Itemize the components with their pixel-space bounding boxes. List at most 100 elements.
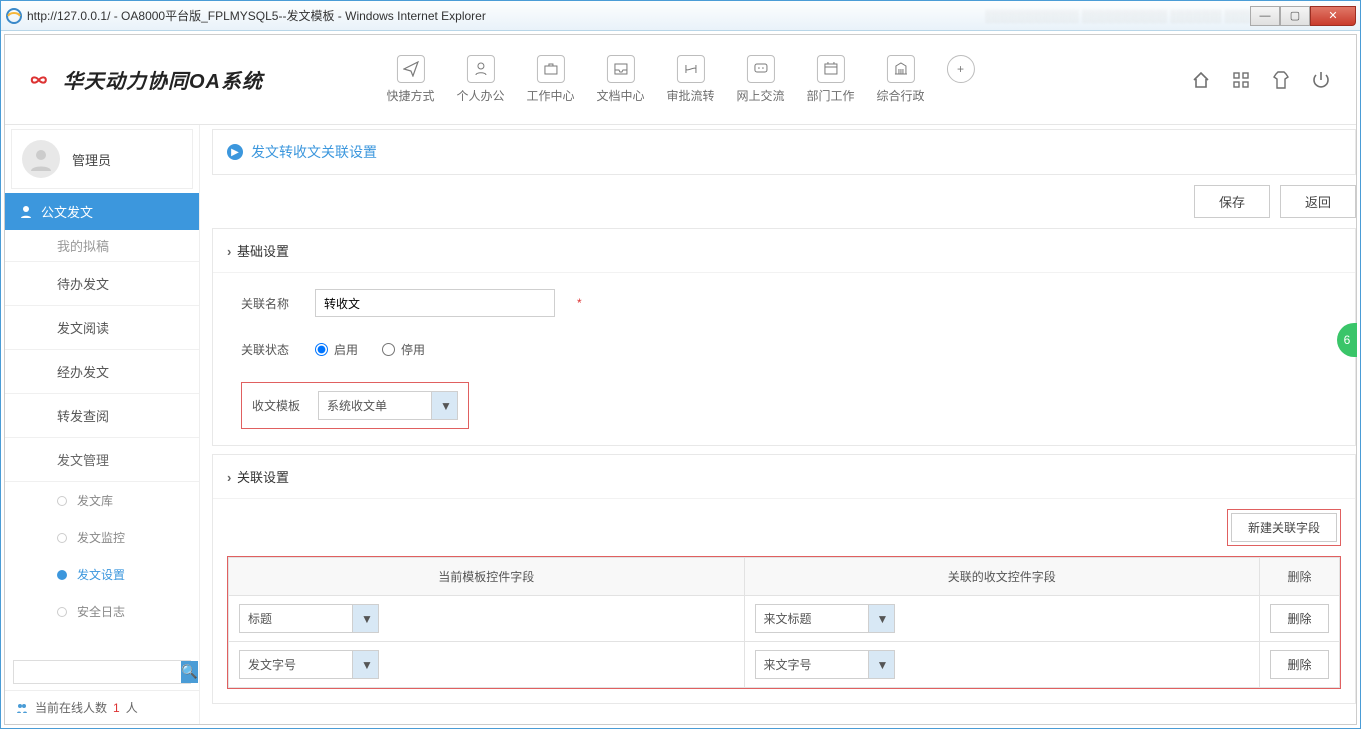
- sidebar-item-read[interactable]: 发文阅读: [5, 306, 199, 350]
- power-icon[interactable]: [1310, 69, 1332, 91]
- app-header: 华天动力协同OA系统 快捷方式 个人办公 工作中心 文档中心 审批流转 网上交流…: [5, 35, 1356, 125]
- paper-plane-icon: [396, 55, 424, 83]
- arrow-right-icon: ▶: [227, 144, 243, 160]
- window-title: http://127.0.0.1/ - OA8000平台版_FPLMYSQL5-…: [27, 7, 985, 24]
- radio-enable-input[interactable]: [315, 343, 328, 356]
- chevron-down-icon[interactable]: ▼: [868, 651, 894, 678]
- basic-heading: 基础设置: [213, 229, 1355, 273]
- sidebar-sub-log[interactable]: 安全日志: [5, 593, 199, 630]
- left-combo-0[interactable]: 标题▼: [239, 604, 379, 633]
- row-status: 关联状态 启用 停用: [241, 341, 1327, 358]
- title-blur-placeholder: ░░░░░░░░░░░ ░░░░░░░░░░ ░░░░░░ ░░░: [985, 9, 1250, 23]
- chevron-down-icon[interactable]: ▼: [868, 605, 894, 632]
- shirt-icon[interactable]: [1270, 69, 1292, 91]
- name-input[interactable]: [315, 289, 555, 317]
- col-left: 当前模板控件字段: [229, 558, 745, 596]
- radio-enable[interactable]: 启用: [315, 341, 358, 358]
- home-icon[interactable]: [1190, 69, 1212, 91]
- table-row: 发文字号▼ 来文字号▼ 删除: [229, 642, 1340, 688]
- search-input[interactable]: [14, 661, 181, 683]
- chevron-down-icon[interactable]: ▼: [352, 651, 378, 678]
- radio-disable-input[interactable]: [382, 343, 395, 356]
- nav-approval[interactable]: 审批流转: [667, 55, 715, 104]
- sidebar-item-manage[interactable]: 发文管理: [5, 438, 199, 482]
- relation-heading: 关联设置: [213, 455, 1355, 499]
- template-combo[interactable]: 系统收文单 ▼: [318, 391, 458, 420]
- username: 管理员: [72, 150, 111, 169]
- template-value: 系统收文单: [319, 392, 431, 419]
- window-controls: — ▢ ✕: [1250, 6, 1356, 26]
- nav-chat[interactable]: 网上交流: [737, 55, 785, 104]
- chat-icon: [747, 55, 775, 83]
- window-frame: http://127.0.0.1/ - OA8000平台版_FPLMYSQL5-…: [0, 0, 1361, 729]
- sidebar-list: 我的拟稿 待办发文 发文阅读 经办发文 转发查阅 发文管理 发文库 发文监控 发…: [5, 230, 199, 654]
- required-mark: *: [577, 296, 582, 310]
- delete-row-button[interactable]: 删除: [1270, 650, 1328, 679]
- ie-icon: [5, 7, 23, 25]
- title-bar: http://127.0.0.1/ - OA8000平台版_FPLMYSQL5-…: [1, 1, 1360, 31]
- group-icon: [15, 701, 29, 715]
- relation-table-wrap: 当前模板控件字段 关联的收文控件字段 删除 标题▼: [227, 556, 1341, 689]
- status-radio-group: 启用 停用: [315, 341, 425, 358]
- search-button[interactable]: 🔍: [181, 661, 198, 683]
- sidebar-item-handled[interactable]: 经办发文: [5, 350, 199, 394]
- delete-row-button[interactable]: 删除: [1270, 604, 1328, 633]
- minimize-button[interactable]: —: [1250, 6, 1280, 26]
- relation-table: 当前模板控件字段 关联的收文控件字段 删除 标题▼: [228, 557, 1340, 688]
- logo: 华天动力协同OA系统: [29, 65, 263, 94]
- nav-shortcut[interactable]: 快捷方式: [386, 55, 434, 104]
- col-delete: 删除: [1260, 558, 1340, 596]
- calendar-icon: [817, 55, 845, 83]
- back-button[interactable]: 返回: [1280, 185, 1356, 218]
- close-button[interactable]: ✕: [1310, 6, 1356, 26]
- chevron-down-icon[interactable]: ▼: [352, 605, 378, 632]
- main-content: ▶ 发文转收文关联设置 保存 返回 基础设置 关联名称 *: [200, 125, 1356, 724]
- row-name: 关联名称 *: [241, 289, 1327, 317]
- sidebar-sub-monitor[interactable]: 发文监控: [5, 519, 199, 556]
- save-button[interactable]: 保存: [1194, 185, 1270, 218]
- nav-admin[interactable]: 综合行政: [877, 55, 925, 104]
- nav-add[interactable]: +: [947, 55, 975, 104]
- page-title-bar: ▶ 发文转收文关联设置: [212, 129, 1356, 175]
- basic-body: 关联名称 * 关联状态 启用 停用 收文模板: [213, 273, 1355, 445]
- online-status: 当前在线人数 1人: [5, 690, 199, 724]
- relation-actions: 新建关联字段: [213, 499, 1355, 556]
- chevron-down-icon: ▼: [432, 394, 460, 418]
- right-combo-1[interactable]: 来文字号▼: [755, 650, 895, 679]
- header-right: [1190, 69, 1332, 91]
- template-highlight: 收文模板 系统收文单 ▼: [241, 382, 469, 429]
- table-header-row: 当前模板控件字段 关联的收文控件字段 删除: [229, 558, 1340, 596]
- left-combo-1[interactable]: 发文字号▼: [239, 650, 379, 679]
- nav-dept[interactable]: 部门工作: [807, 55, 855, 104]
- nav-work[interactable]: 工作中心: [526, 55, 574, 104]
- maximize-button[interactable]: ▢: [1280, 6, 1310, 26]
- sidebar-item-forward[interactable]: 转发查阅: [5, 394, 199, 438]
- col-right: 关联的收文控件字段: [744, 558, 1260, 596]
- flow-icon: [677, 55, 705, 83]
- page-title: 发文转收文关联设置: [251, 142, 377, 162]
- create-relation-button[interactable]: 新建关联字段: [1231, 513, 1337, 542]
- plus-icon: +: [947, 55, 975, 83]
- sidebar-sub-lib[interactable]: 发文库: [5, 482, 199, 519]
- relation-settings-panel: 关联设置 新建关联字段 当前模板控件字段 关联的收文控件字段: [212, 454, 1356, 704]
- nav-docs[interactable]: 文档中心: [596, 55, 644, 104]
- inbox-icon: [606, 55, 634, 83]
- right-combo-0[interactable]: 来文标题▼: [755, 604, 895, 633]
- nav-personal[interactable]: 个人办公: [456, 55, 504, 104]
- template-label: 收文模板: [252, 397, 300, 414]
- sidebar-item-todo[interactable]: 待办发文: [5, 262, 199, 306]
- apps-icon[interactable]: [1230, 69, 1252, 91]
- sidebar-sub-settings[interactable]: 发文设置: [5, 556, 199, 593]
- radio-disable[interactable]: 停用: [382, 341, 425, 358]
- status-label: 关联状态: [241, 341, 297, 358]
- table-row: 标题▼ 来文标题▼ 删除: [229, 596, 1340, 642]
- app-frame: 华天动力协同OA系统 快捷方式 个人办公 工作中心 文档中心 审批流转 网上交流…: [4, 34, 1357, 725]
- top-nav: 快捷方式 个人办公 工作中心 文档中心 审批流转 网上交流 部门工作 综合行政 …: [386, 55, 974, 104]
- template-dropdown-button[interactable]: ▼: [431, 392, 457, 419]
- user-icon: [466, 55, 494, 83]
- sidebar-header[interactable]: 公文发文: [5, 193, 199, 230]
- search-icon: 🔍: [181, 664, 198, 680]
- app-body: 管理员 公文发文 我的拟稿 待办发文 发文阅读 经办发文 转发查阅 发文管理 发…: [5, 125, 1356, 724]
- sidebar-item-drafts[interactable]: 我的拟稿: [5, 230, 199, 262]
- basic-settings-panel: 基础设置 关联名称 * 关联状态 启用 停用: [212, 228, 1356, 446]
